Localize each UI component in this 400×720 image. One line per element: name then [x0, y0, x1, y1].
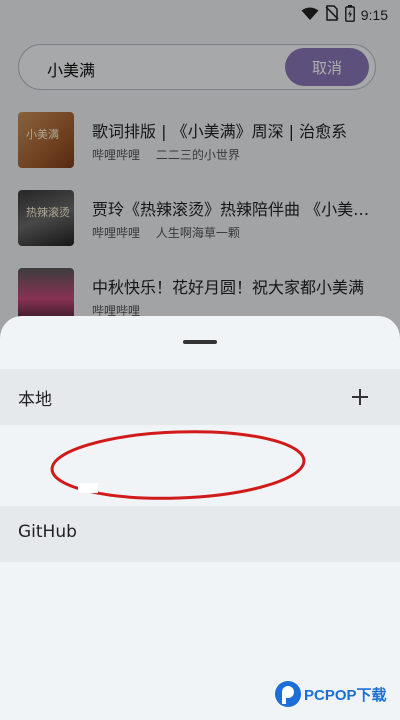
local-sources-empty: [0, 425, 400, 506]
source-picker-sheet: 本地 GitHub: [0, 316, 400, 720]
red-circle-annotation: [50, 430, 306, 500]
drag-handle[interactable]: [183, 340, 217, 344]
section-local: 本地: [0, 369, 400, 425]
section-github-label: GitHub: [18, 522, 77, 542]
section-local-label: 本地: [18, 390, 52, 410]
section-github[interactable]: GitHub: [0, 506, 400, 562]
add-local-button[interactable]: [344, 381, 376, 413]
svg-text:PCPOP下载: PCPOP下载: [304, 686, 387, 704]
watermark-logo: PCPOP下载: [272, 672, 394, 716]
